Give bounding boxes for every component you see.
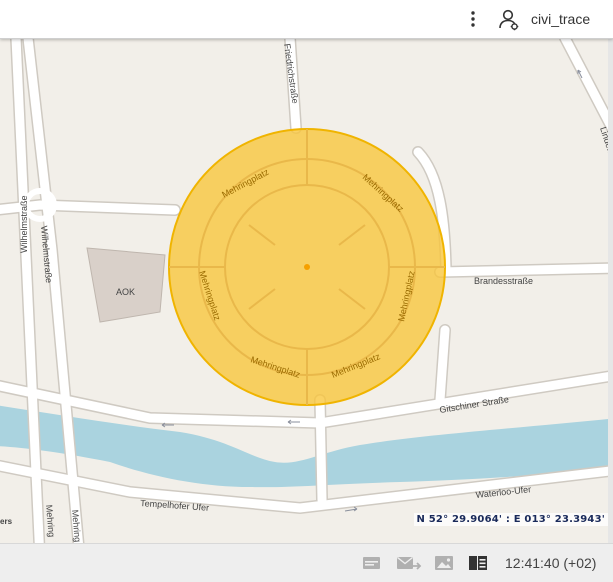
map-view[interactable]: Friedrichstraße Mehringplatz Mehringplat… xyxy=(0,38,613,543)
label-aok: AOK xyxy=(116,287,135,297)
image-icon[interactable] xyxy=(434,554,454,572)
map-canvas[interactable]: Friedrichstraße Mehringplatz Mehringplat… xyxy=(0,38,613,543)
message-icon[interactable] xyxy=(362,554,382,572)
label-wilhelmstrasse-west: Wilhelmstraße xyxy=(19,195,29,253)
bottom-bar: 12:41:40 (+02) xyxy=(0,543,613,582)
label-ers: ers xyxy=(0,517,13,526)
top-bar: civi_trace xyxy=(0,0,613,39)
more-vert-icon[interactable] xyxy=(462,8,484,30)
forward-mail-icon[interactable] xyxy=(396,554,422,572)
user-settings-icon[interactable] xyxy=(496,7,522,33)
username[interactable]: civi_trace xyxy=(531,11,590,27)
road-east-connector xyxy=(435,325,450,405)
label-brandesstrasse: Brandesstraße xyxy=(474,276,533,286)
coordinate-readout: N 52° 29.9064' : E 013° 23.3943' xyxy=(413,513,608,526)
position-marker[interactable] xyxy=(304,264,310,270)
map-book-icon[interactable] xyxy=(468,554,488,572)
clock: 12:41:40 (+02) xyxy=(505,555,597,571)
road-brandesstrasse xyxy=(435,263,613,277)
map-scrollbar[interactable] xyxy=(608,38,613,543)
building-aok xyxy=(86,247,166,323)
road-bridge xyxy=(315,395,327,505)
